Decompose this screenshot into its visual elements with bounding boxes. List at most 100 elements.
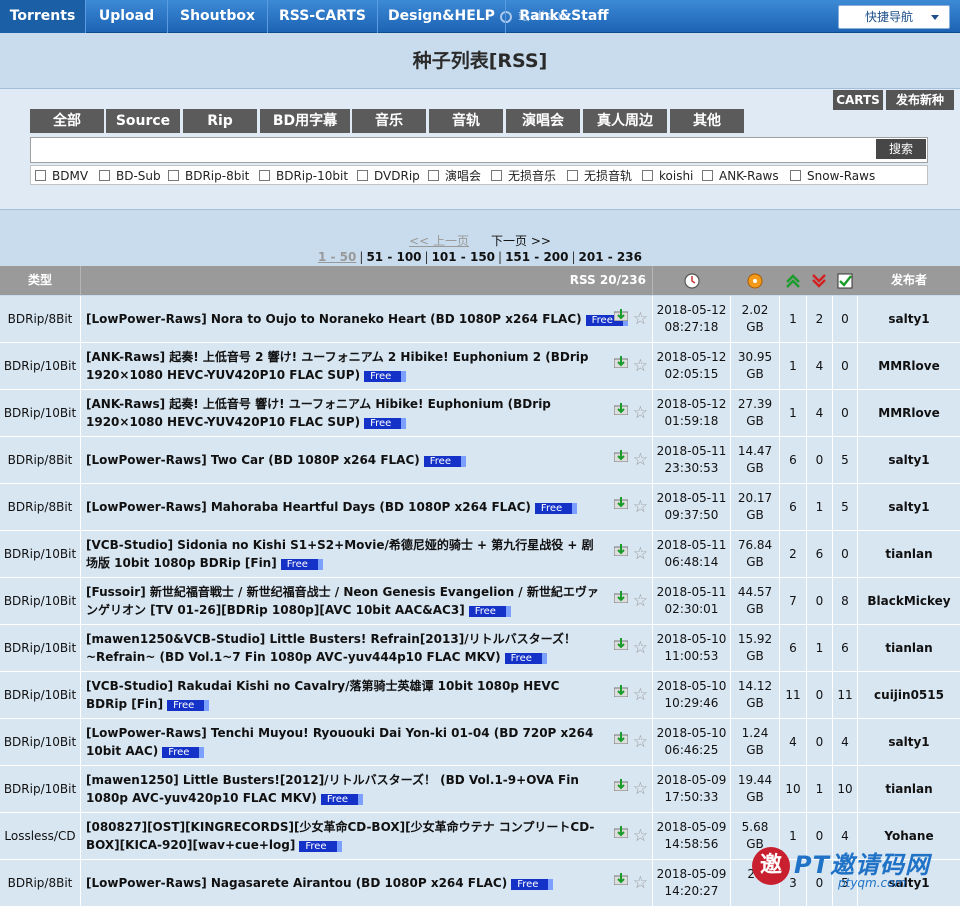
nav-shoutbox[interactable]: Shoutbox	[168, 0, 268, 33]
carts-button[interactable]: CARTS	[833, 90, 883, 110]
row-type[interactable]: BDRip/8Bit	[0, 484, 81, 530]
nav-torrents[interactable]: Torrents	[0, 0, 86, 33]
row-uploader[interactable]: MMRlove	[858, 390, 960, 436]
checkbox[interactable]	[790, 170, 801, 181]
tab-music[interactable]: 音乐	[352, 109, 426, 133]
bookmark-star-icon[interactable]: ☆	[633, 781, 648, 798]
bookmark-star-icon[interactable]: ☆	[633, 311, 648, 328]
row-type[interactable]: Lossless/CD	[0, 813, 81, 859]
filter-lossless-music[interactable]: 无损音乐	[491, 168, 556, 184]
disk-size-icon[interactable]	[747, 273, 763, 289]
filter-snow-raws[interactable]: Snow-Raws	[790, 168, 875, 184]
checkbox[interactable]	[567, 170, 578, 181]
tab-audio-track[interactable]: 音轨	[429, 109, 503, 133]
checkbox[interactable]	[702, 170, 713, 181]
row-seeders[interactable]: 10	[780, 766, 807, 812]
filter-dvdrip[interactable]: DVDRip	[357, 168, 420, 184]
torrent-title-link[interactable]: [mawen1250&VCB-Studio] Little Busters! R…	[86, 632, 576, 664]
download-icon[interactable]	[614, 638, 628, 650]
row-seeders[interactable]: 1	[780, 343, 807, 389]
filter-lossless-track[interactable]: 无损音轨	[567, 168, 632, 184]
download-icon[interactable]	[614, 497, 628, 509]
row-seeders[interactable]: 2	[780, 531, 807, 577]
row-type[interactable]: BDRip/10Bit	[0, 531, 81, 577]
bookmark-star-icon[interactable]: ☆	[633, 640, 648, 657]
row-completed[interactable]: 6	[833, 625, 858, 671]
row-leechers[interactable]: 4	[807, 390, 833, 436]
bookmark-star-icon[interactable]: ☆	[633, 452, 648, 469]
page-link-2[interactable]: 51 - 100	[366, 250, 421, 264]
row-leechers[interactable]: 0	[807, 578, 833, 624]
row-completed[interactable]: 0	[833, 531, 858, 577]
tab-source[interactable]: Source	[106, 109, 180, 133]
prev-page-link[interactable]: << 上一页	[409, 234, 469, 248]
row-seeders[interactable]: 4	[780, 719, 807, 765]
nav-design-help[interactable]: Design&HELP	[378, 0, 506, 33]
row-leechers[interactable]: 1	[807, 766, 833, 812]
checkbox[interactable]	[491, 170, 502, 181]
nav-upload[interactable]: Upload	[86, 0, 168, 33]
filter-ank-raws[interactable]: ANK-Raws	[702, 168, 779, 184]
row-type[interactable]: BDRip/10Bit	[0, 578, 81, 624]
row-type[interactable]: BDRip/10Bit	[0, 343, 81, 389]
bookmark-star-icon[interactable]: ☆	[633, 358, 648, 375]
row-uploader[interactable]: tianlan	[858, 766, 960, 812]
row-seeders[interactable]: 6	[780, 437, 807, 483]
page-link-3[interactable]: 101 - 150	[432, 250, 495, 264]
row-completed[interactable]: 8	[833, 578, 858, 624]
tab-bd-sub[interactable]: BD用字幕	[260, 109, 350, 133]
col-type[interactable]: 类型	[0, 266, 81, 295]
checkbox[interactable]	[642, 170, 653, 181]
row-completed[interactable]: 0	[833, 343, 858, 389]
download-icon[interactable]	[614, 779, 628, 791]
row-completed[interactable]: 10	[833, 766, 858, 812]
clock-icon[interactable]	[684, 273, 700, 289]
row-leechers[interactable]: 4	[807, 343, 833, 389]
torrent-title-link[interactable]: [LowPower-Raws] Nagasarete Airantou (BD …	[86, 876, 507, 890]
page-link-4[interactable]: 151 - 200	[505, 250, 568, 264]
row-seeders[interactable]: 7	[780, 578, 807, 624]
row-leechers[interactable]: 1	[807, 484, 833, 530]
row-type[interactable]: BDRip/10Bit	[0, 719, 81, 765]
row-leechers[interactable]: 1	[807, 625, 833, 671]
row-seeders[interactable]: 6	[780, 625, 807, 671]
tab-all[interactable]: 全部	[30, 109, 104, 133]
tab-other[interactable]: 其他	[670, 109, 744, 133]
checkbox[interactable]	[35, 170, 46, 181]
download-icon[interactable]	[614, 826, 628, 838]
download-icon[interactable]	[614, 544, 628, 556]
row-uploader[interactable]: tianlan	[858, 625, 960, 671]
torrent-title-link[interactable]: [LowPower-Raws] Two Car (BD 1080P x264 F…	[86, 453, 420, 467]
seeders-up-icon[interactable]	[785, 273, 801, 289]
col-rss[interactable]: RSS 20/236	[81, 266, 653, 295]
page-link-5[interactable]: 201 - 236	[579, 250, 642, 264]
filter-bdmv[interactable]: BDMV	[35, 168, 88, 184]
torrent-title-link[interactable]: [LowPower-Raws] Mahoraba Heartful Days (…	[86, 500, 531, 514]
row-type[interactable]: BDRip/10Bit	[0, 766, 81, 812]
filter-bd-sub[interactable]: BD-Sub	[99, 168, 161, 184]
row-completed[interactable]: 4	[833, 719, 858, 765]
row-type[interactable]: BDRip/8Bit	[0, 296, 81, 342]
row-uploader[interactable]: cuijin0515	[858, 672, 960, 718]
col-uploader[interactable]: 发布者	[858, 266, 960, 295]
tab-concert[interactable]: 演唱会	[506, 109, 580, 133]
download-icon[interactable]	[614, 732, 628, 744]
torrent-title-link[interactable]: [LowPower-Raws] Nora to Oujo to Noraneko…	[86, 312, 582, 326]
tab-live-action[interactable]: 真人周边	[583, 109, 667, 133]
row-seeders[interactable]: 11	[780, 672, 807, 718]
download-icon[interactable]	[614, 685, 628, 697]
row-uploader[interactable]: salty1	[858, 719, 960, 765]
checkbox[interactable]	[357, 170, 368, 181]
bookmark-star-icon[interactable]: ☆	[633, 828, 648, 845]
row-type[interactable]: BDRip/10Bit	[0, 625, 81, 671]
new-torrent-button[interactable]: 发布新种	[886, 90, 954, 110]
nav-rss-carts[interactable]: RSS-CARTS	[268, 0, 378, 33]
torrent-title-link[interactable]: [ANK-Raws] 起奏! 上低音号 2 響け! ユーフォニアム 2 Hibi…	[86, 350, 588, 382]
page-link-1[interactable]: 1 - 50	[318, 250, 356, 264]
filter-concert[interactable]: 演唱会	[428, 168, 481, 184]
nav-rank-staff[interactable]: Rank&Staff	[506, 0, 622, 33]
torrent-title-link[interactable]: [ANK-Raws] 起奏! 上低音号 響け! ユーフォニアム Hibike! …	[86, 397, 551, 429]
quick-nav-dropdown[interactable]: 快捷导航	[838, 5, 950, 29]
download-icon[interactable]	[614, 309, 628, 321]
row-leechers[interactable]: 0	[807, 672, 833, 718]
